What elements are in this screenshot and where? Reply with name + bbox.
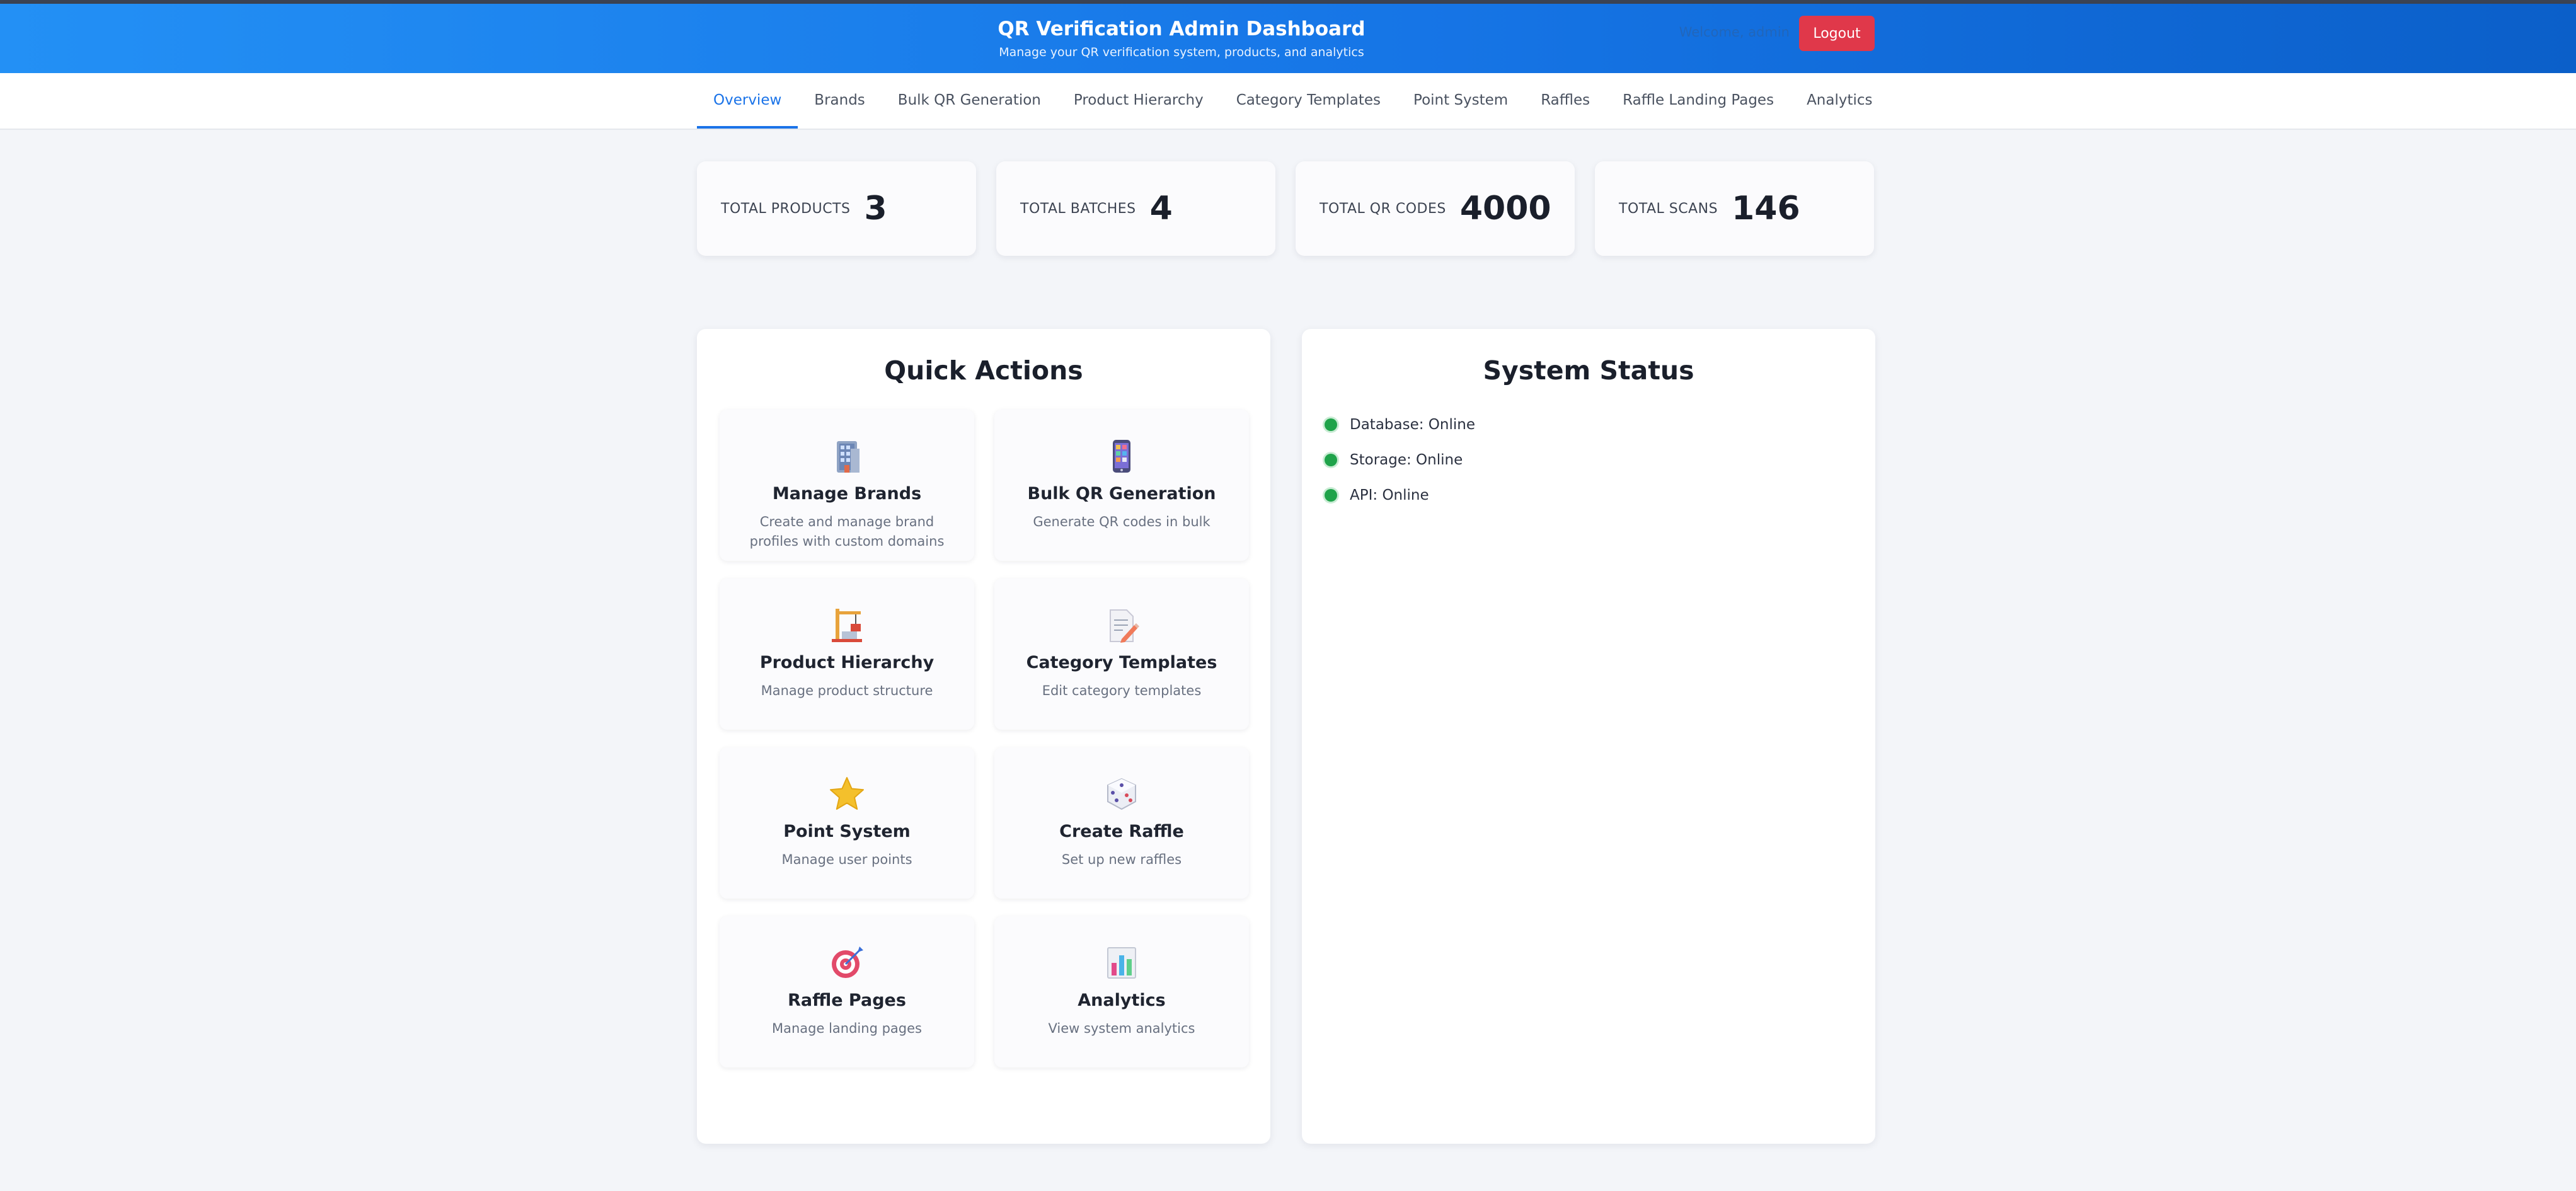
logout-button[interactable]: Logout xyxy=(1799,16,1875,51)
tab-point-system[interactable]: Point System xyxy=(1397,86,1524,129)
action-description: Generate QR codes in bulk xyxy=(1033,514,1210,529)
target-icon xyxy=(832,946,863,978)
status-item-api: API: Online xyxy=(1325,478,1475,513)
action-description: Set up new raffles xyxy=(1061,852,1182,867)
tab-overview[interactable]: Overview xyxy=(697,86,798,129)
tab-raffle-landing-pages[interactable]: Raffle Landing Pages xyxy=(1606,86,1790,129)
action-description: Manage landing pages xyxy=(772,1021,922,1036)
system-status-panel: System Status Database: Online Storage: … xyxy=(1302,329,1875,1144)
status-label: Storage: Online xyxy=(1350,452,1463,468)
tab-analytics[interactable]: Analytics xyxy=(1790,86,1889,129)
stats-row: TOTAL PRODUCTS 3 TOTAL BATCHES 4 TOTAL Q… xyxy=(697,161,1874,256)
tab-raffles[interactable]: Raffles xyxy=(1524,86,1606,129)
stat-label: TOTAL QR CODES xyxy=(1320,200,1446,217)
action-title: Point System xyxy=(783,822,911,841)
bar-chart-icon xyxy=(1107,947,1136,979)
stat-card-scans: TOTAL SCANS 146 xyxy=(1595,161,1874,256)
status-online-icon xyxy=(1325,454,1337,466)
status-online-icon xyxy=(1325,418,1337,431)
action-create-raffle[interactable]: Create Raffle Set up new raffles xyxy=(994,747,1249,899)
action-title: Analytics xyxy=(1078,991,1166,1010)
stat-value: 4000 xyxy=(1459,190,1551,227)
star-icon xyxy=(830,777,864,810)
memo-icon xyxy=(1110,609,1139,643)
action-title: Product Hierarchy xyxy=(759,653,934,672)
status-item-storage: Storage: Online xyxy=(1325,442,1475,478)
status-label: API: Online xyxy=(1350,487,1429,503)
action-description: Create and manage brand profiles with cu… xyxy=(749,514,945,549)
stat-value: 146 xyxy=(1732,190,1800,227)
building-icon xyxy=(837,441,860,473)
tab-brands[interactable]: Brands xyxy=(798,86,882,129)
action-product-hierarchy[interactable]: Product Hierarchy Manage product structu… xyxy=(720,578,974,730)
action-title: Category Templates xyxy=(1026,653,1217,672)
stat-label: TOTAL SCANS xyxy=(1619,200,1718,217)
construction-icon xyxy=(832,609,862,642)
stat-card-products: TOTAL PRODUCTS 3 xyxy=(697,161,976,256)
dice-icon xyxy=(1107,778,1136,810)
page-subtitle: Manage your QR verification system, prod… xyxy=(999,45,1364,59)
action-analytics[interactable]: Analytics View system analytics xyxy=(994,916,1249,1067)
welcome-text: Welcome, admin xyxy=(1679,25,1790,40)
tab-product-hierarchy[interactable]: Product Hierarchy xyxy=(1057,86,1220,129)
action-description: Edit category templates xyxy=(1042,683,1202,698)
stat-value: 4 xyxy=(1149,190,1173,227)
action-title: Manage Brands xyxy=(772,484,922,503)
action-raffle-pages[interactable]: Raffle Pages Manage landing pages xyxy=(720,916,974,1067)
stat-card-qr-codes: TOTAL QR CODES 4000 xyxy=(1296,161,1575,256)
quick-actions-title: Quick Actions xyxy=(884,355,1083,386)
action-title: Bulk QR Generation xyxy=(1027,484,1216,503)
action-description: Manage product structure xyxy=(761,683,933,698)
page-title: QR Verification Admin Dashboard xyxy=(998,18,1366,40)
stat-label: TOTAL BATCHES xyxy=(1020,200,1136,217)
action-title: Create Raffle xyxy=(1059,822,1184,841)
app-header: QR Verification Admin Dashboard Manage y… xyxy=(0,4,2576,73)
action-bulk-qr-generation[interactable]: Bulk QR Generation Generate QR codes in … xyxy=(994,410,1249,561)
status-item-database: Database: Online xyxy=(1325,407,1475,442)
action-title: Raffle Pages xyxy=(788,991,906,1010)
status-list: Database: Online Storage: Online API: On… xyxy=(1325,407,1475,513)
system-status-title: System Status xyxy=(1483,355,1694,386)
tab-bulk-qr-generation[interactable]: Bulk QR Generation xyxy=(882,86,1057,129)
action-manage-brands[interactable]: Manage Brands Create and manage brand pr… xyxy=(720,410,974,561)
stat-label: TOTAL PRODUCTS xyxy=(721,200,851,217)
action-point-system[interactable]: Point System Manage user points xyxy=(720,747,974,899)
stat-value: 3 xyxy=(864,190,887,227)
action-description: View system analytics xyxy=(1048,1021,1195,1036)
quick-actions-panel: Quick Actions Manage Brands Create and m… xyxy=(697,329,1270,1144)
tab-category-templates[interactable]: Category Templates xyxy=(1220,86,1397,129)
status-label: Database: Online xyxy=(1350,417,1475,433)
action-category-templates[interactable]: Category Templates Edit category templat… xyxy=(994,578,1249,730)
tab-bar: Overview Brands Bulk QR Generation Produ… xyxy=(0,73,2576,130)
stat-card-batches: TOTAL BATCHES 4 xyxy=(996,161,1275,256)
phone-icon xyxy=(1113,440,1130,473)
status-online-icon xyxy=(1325,489,1337,502)
action-description: Manage user points xyxy=(781,852,912,867)
